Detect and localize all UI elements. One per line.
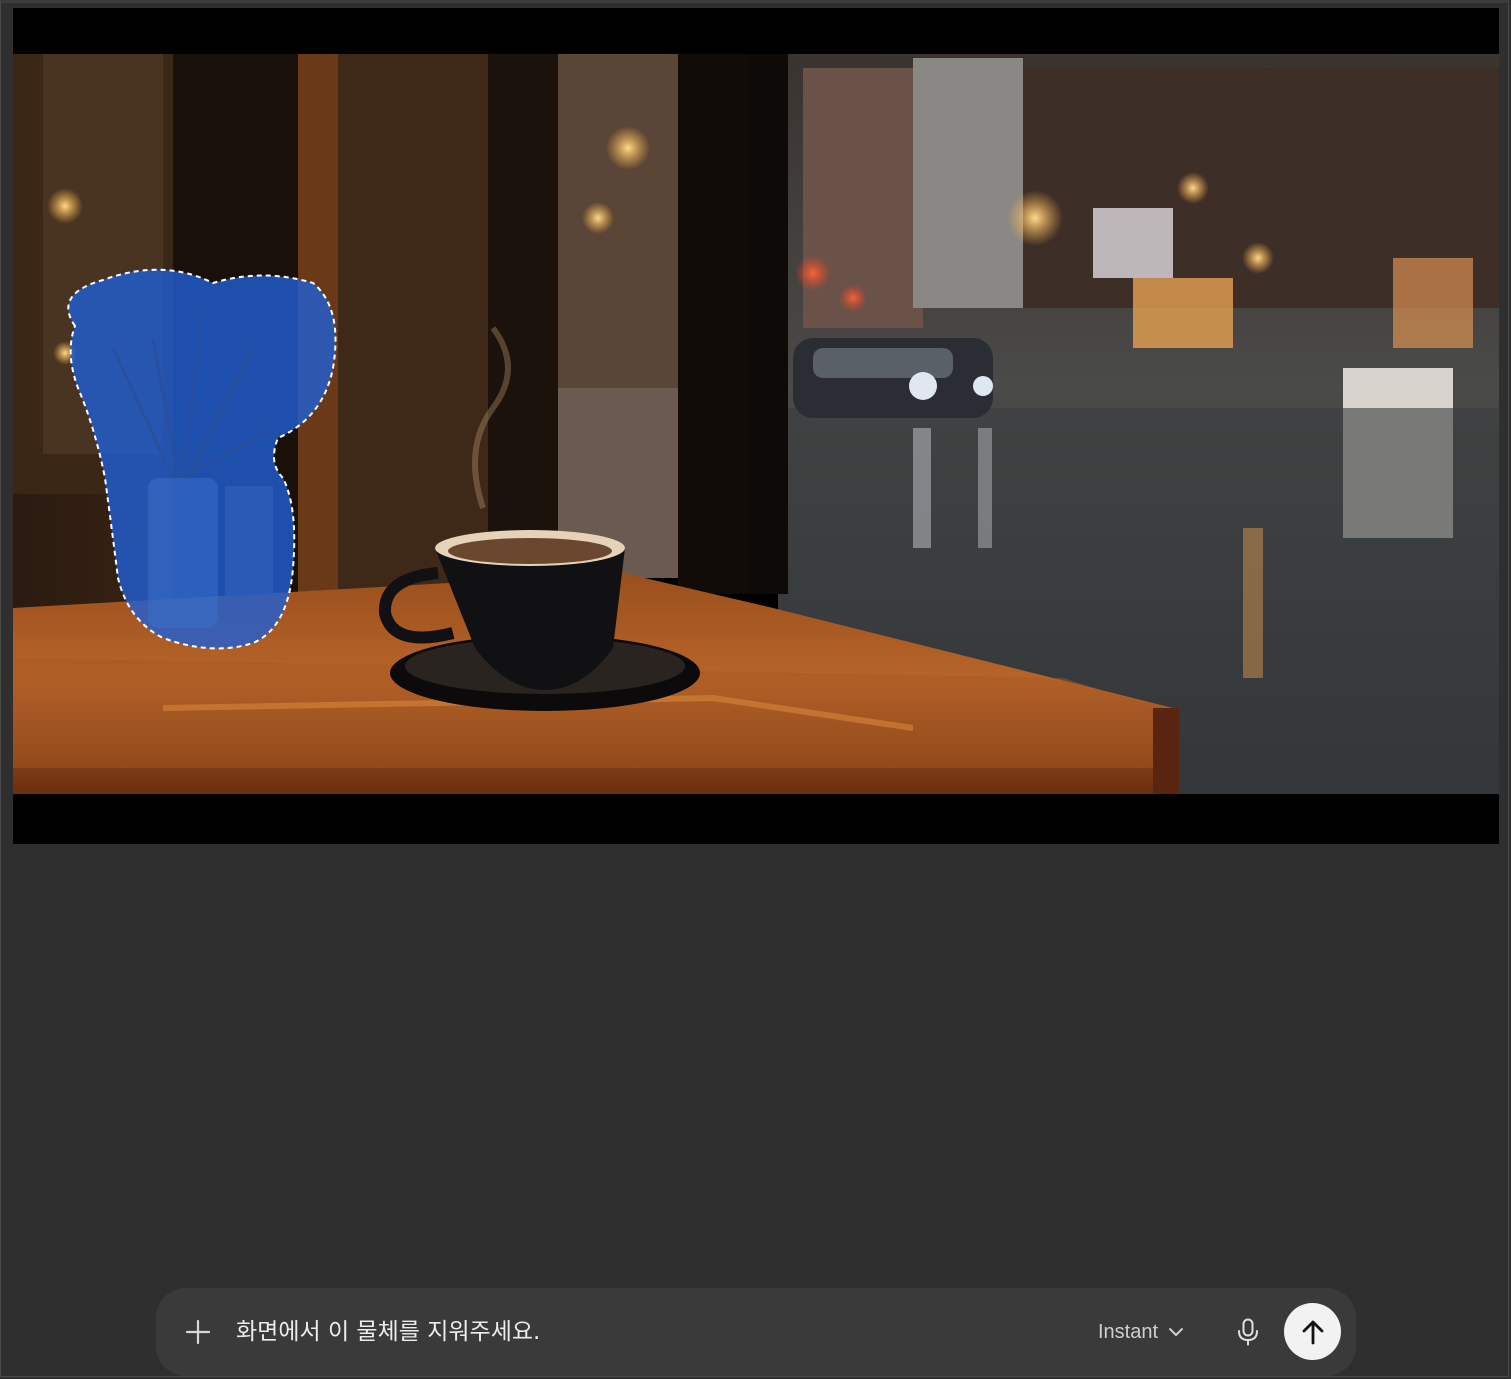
microphone-icon (1238, 1318, 1258, 1346)
app-window: 화면에서 이 물체를 지워주세요. Instant (0, 0, 1509, 1377)
prompt-composer: 화면에서 이 물체를 지워주세요. Instant (156, 1288, 1356, 1376)
prompt-input[interactable]: 화면에서 이 물체를 지워주세요. (236, 1312, 540, 1352)
arrow-up-icon (1302, 1320, 1323, 1344)
add-attachment-button[interactable] (178, 1312, 218, 1352)
chevron-down-icon (1169, 1328, 1184, 1336)
model-selector[interactable]: Instant (1098, 1314, 1184, 1350)
image-canvas[interactable] (13, 8, 1499, 844)
send-button[interactable] (1284, 1303, 1341, 1360)
cafe-window-photo (13, 8, 1499, 844)
model-label: Instant (1098, 1320, 1159, 1343)
voice-input-button[interactable] (1228, 1312, 1268, 1352)
plus-icon (185, 1319, 211, 1345)
